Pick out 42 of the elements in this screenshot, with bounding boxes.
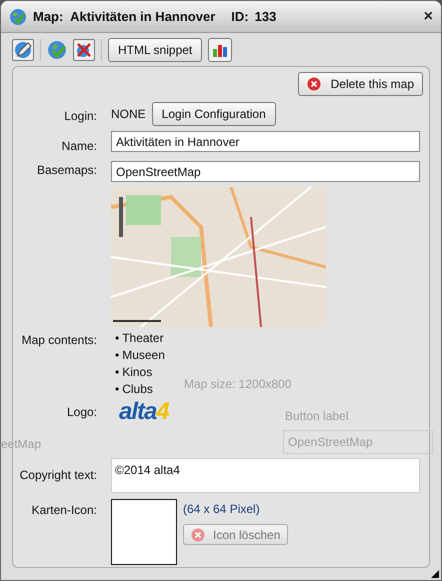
basemaps-field[interactable]: OpenStreetMap	[111, 161, 420, 182]
statistics-button[interactable]	[208, 38, 232, 62]
id-label: ID:	[231, 8, 249, 26]
background-text: Button label	[285, 408, 348, 425]
background-field: OpenStreetMap	[283, 430, 433, 454]
globe-check-icon	[9, 8, 27, 26]
map-content-item: Clubs	[122, 382, 153, 396]
resize-grip-icon[interactable]	[431, 570, 439, 578]
copyright-field[interactable]: ©2014 alta4	[111, 458, 420, 493]
edit-map-button[interactable]	[12, 38, 34, 60]
logo: alta4	[119, 398, 169, 425]
copyright-label: Copyright text:	[19, 467, 97, 484]
id-value: 133	[254, 8, 276, 26]
close-circle-icon	[306, 77, 321, 91]
name-label: Name:	[60, 138, 97, 155]
logo-label: Logo:	[66, 404, 97, 421]
background-text: Map size: 1200x800	[184, 376, 292, 393]
close-button[interactable]: ×	[424, 8, 433, 24]
login-configuration-button[interactable]: Login Configuration	[152, 102, 276, 126]
bullet: •	[115, 365, 120, 379]
html-snippet-button[interactable]: HTML snippet	[108, 38, 202, 62]
delete-map-tool-button[interactable]	[73, 38, 95, 60]
globe-check-icon[interactable]	[47, 40, 67, 60]
icon-size-hint: (64 x 64 Pixel)	[183, 501, 261, 518]
name-field[interactable]: Aktivitäten in Hannover	[111, 131, 420, 152]
close-circle-icon	[191, 528, 205, 542]
bar-chart-icon	[212, 42, 228, 56]
map-content-item: Museen	[122, 348, 165, 362]
map-content-item: Theater	[122, 331, 164, 345]
map-icon-label: Karten-Icon:	[30, 502, 97, 519]
login-value: NONE	[111, 106, 146, 123]
bullet: •	[115, 331, 120, 345]
bullet: •	[115, 382, 120, 396]
map-content-item: Kinos	[122, 365, 152, 379]
background-text: eetMap	[1, 436, 42, 453]
basemaps-label: Basemaps:	[36, 162, 97, 179]
bullet: •	[115, 348, 120, 362]
icon-preview	[111, 499, 177, 565]
map-contents-label: Map contents:	[20, 332, 97, 349]
login-label: Login:	[63, 108, 97, 125]
window-title: Map: Aktivitäten in Hannover	[33, 8, 216, 26]
delete-map-button[interactable]: Delete this map	[298, 72, 423, 96]
